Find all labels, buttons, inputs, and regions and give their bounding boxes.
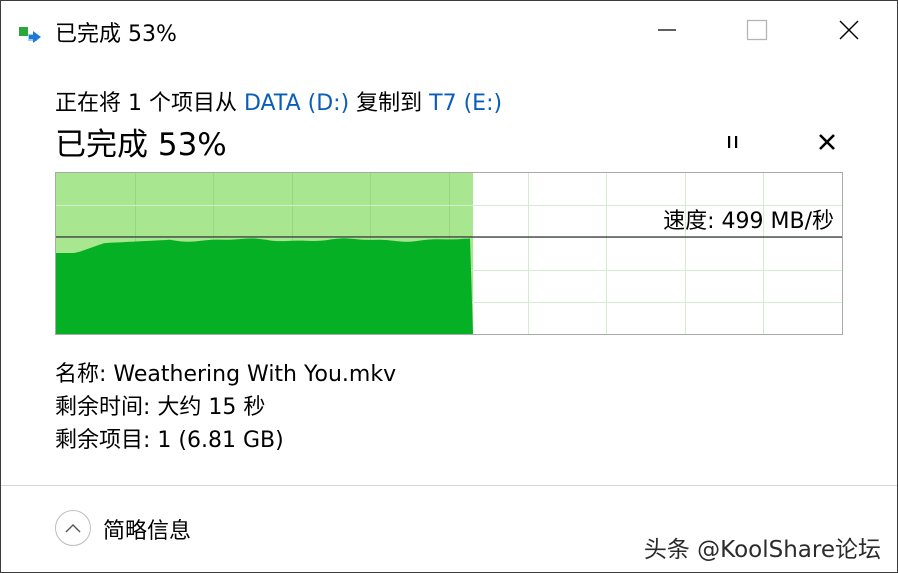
copy-prefix-text: 正在将 1 个项目从 bbox=[55, 91, 244, 116]
maximize-icon bbox=[746, 19, 768, 41]
pause-icon bbox=[728, 136, 738, 148]
source-link[interactable]: DATA (D:) bbox=[244, 91, 349, 116]
items-remaining-row: 剩余项目: 1 (6.81 GB) bbox=[55, 424, 396, 457]
time-remaining-label: 剩余时间: bbox=[55, 395, 158, 420]
file-details: 名称: Weathering With You.mkv 剩余时间: 大约 15 … bbox=[55, 358, 396, 457]
maximize-button bbox=[711, 1, 803, 59]
file-name-value: Weathering With You.mkv bbox=[113, 362, 397, 387]
copy-progress-dialog: 已完成 53% 正在将 1 个项目从 DATA (D:) 复制到 T7 (E:)… bbox=[0, 0, 898, 573]
chevron-up-icon bbox=[65, 524, 81, 533]
destination-link[interactable]: T7 (E:) bbox=[429, 91, 502, 116]
window-title: 已完成 53% bbox=[55, 22, 177, 47]
fewer-details-label[interactable]: 简略信息 bbox=[103, 513, 191, 545]
footer: 简略信息 头条 @KoolShare论坛 bbox=[1, 486, 897, 572]
time-remaining-value: 大约 15 秒 bbox=[157, 395, 266, 420]
progress-status: 已完成 53% bbox=[55, 127, 227, 163]
copy-description: 正在将 1 个项目从 DATA (D:) 复制到 T7 (E:) bbox=[55, 85, 502, 117]
watermark: 头条 @KoolShare论坛 bbox=[643, 537, 881, 563]
file-name-label: 名称: bbox=[55, 362, 114, 387]
minimize-button[interactable] bbox=[621, 1, 713, 59]
pause-button[interactable] bbox=[709, 125, 757, 159]
speed-label: 速度: 499 MB/秒 bbox=[663, 209, 834, 234]
close-icon bbox=[819, 134, 835, 150]
minimize-icon bbox=[658, 29, 676, 31]
items-remaining-value: 1 (6.81 GB) bbox=[157, 428, 284, 453]
copy-files-icon bbox=[19, 27, 41, 43]
time-remaining-row: 剩余时间: 大约 15 秒 bbox=[55, 391, 396, 424]
close-icon bbox=[839, 20, 859, 40]
cancel-copy-button[interactable] bbox=[805, 125, 849, 159]
fewer-details-button[interactable] bbox=[55, 510, 91, 546]
close-window-button[interactable] bbox=[803, 1, 895, 59]
items-remaining-label: 剩余项目: bbox=[55, 428, 158, 453]
throughput-area bbox=[56, 238, 473, 334]
copy-middle-text: 复制到 bbox=[349, 91, 430, 116]
title-bar[interactable]: 已完成 53% bbox=[1, 1, 897, 59]
file-name-row: 名称: Weathering With You.mkv bbox=[55, 358, 396, 391]
throughput-graph: 速度: 499 MB/秒 bbox=[55, 172, 843, 335]
